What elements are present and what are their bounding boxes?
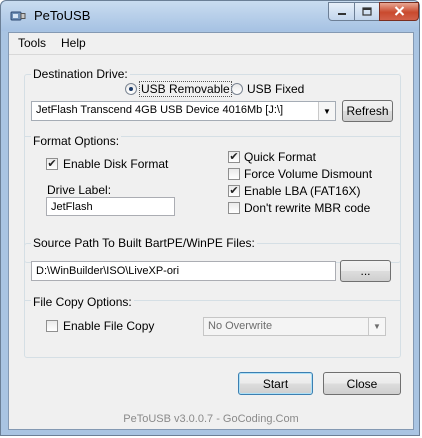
menu-bar: Tools Help — [9, 33, 413, 55]
app-window: PeToUSB Tools Help Destination Drive: US… — [0, 0, 420, 436]
chevron-down-icon[interactable]: ▼ — [318, 102, 335, 120]
enable-disk-format-label[interactable]: Enable Disk Format — [63, 157, 168, 171]
enable-file-copy-label[interactable]: Enable File Copy — [63, 319, 154, 333]
usb-removable-label[interactable]: USB Removable — [139, 81, 232, 97]
menu-tools[interactable]: Tools — [18, 36, 46, 50]
destination-group-label: Destination Drive: — [31, 67, 130, 81]
drive-label-input[interactable]: JetFlash — [46, 197, 175, 216]
dont-rewrite-mbr-checkbox[interactable] — [228, 202, 240, 214]
usb-removable-radio[interactable] — [125, 83, 137, 95]
enable-lba-label[interactable]: Enable LBA (FAT16X) — [244, 184, 361, 198]
checkmark-icon: ✔ — [229, 185, 239, 197]
close-icon — [394, 5, 405, 19]
window-title: PeToUSB — [34, 8, 91, 23]
maximize-icon — [362, 5, 372, 19]
refresh-button[interactable]: Refresh — [342, 100, 393, 122]
usb-fixed-label[interactable]: USB Fixed — [247, 82, 304, 96]
enable-lba-checkbox[interactable]: ✔ — [228, 185, 240, 197]
maximize-button[interactable] — [354, 2, 380, 21]
source-group-label: Source Path To Built BartPE/WinPE Files: — [31, 236, 257, 250]
checkmark-icon: ✔ — [229, 151, 239, 163]
chevron-down-icon[interactable]: ▼ — [368, 318, 385, 335]
overwrite-select[interactable]: No Overwrite ▼ — [203, 317, 386, 336]
drive-select[interactable]: JetFlash Transcend 4GB USB Device 4016Mb… — [31, 101, 336, 121]
title-bar[interactable]: PeToUSB — [1, 1, 419, 31]
force-dismount-checkbox[interactable] — [228, 168, 240, 180]
minimize-icon — [337, 5, 347, 19]
format-options-label: Format Options: — [31, 134, 122, 148]
minimize-button[interactable] — [328, 2, 355, 21]
usb-drive-icon — [10, 8, 26, 24]
menu-help[interactable]: Help — [61, 36, 86, 50]
drive-label-caption: Drive Label: — [47, 183, 112, 197]
enable-file-copy-checkbox[interactable] — [46, 320, 58, 332]
close-button[interactable]: Close — [323, 372, 401, 395]
overwrite-select-value: No Overwrite — [208, 320, 273, 332]
force-dismount-label[interactable]: Force Volume Dismount — [244, 167, 372, 181]
drive-select-value: JetFlash Transcend 4GB USB Device 4016Mb… — [36, 104, 284, 116]
status-text: PeToUSB v3.0.0.7 - GoCoding.Com — [123, 413, 299, 425]
checkmark-icon: ✔ — [47, 158, 57, 170]
file-copy-label: File Copy Options: — [31, 295, 134, 309]
dialog-body: Tools Help Destination Drive: USB Remova… — [8, 32, 414, 430]
start-button[interactable]: Start — [238, 372, 313, 395]
quick-format-label[interactable]: Quick Format — [244, 150, 316, 164]
browse-button[interactable]: ... — [340, 260, 391, 282]
enable-disk-format-checkbox[interactable]: ✔ — [46, 158, 58, 170]
source-path-input[interactable]: D:\WinBuilder\ISO\LiveXP-ori — [31, 261, 336, 281]
window-close-button[interactable] — [379, 2, 419, 21]
dont-rewrite-mbr-label[interactable]: Don't rewrite MBR code — [244, 201, 370, 215]
quick-format-checkbox[interactable]: ✔ — [228, 151, 240, 163]
usb-fixed-radio[interactable] — [231, 83, 243, 95]
